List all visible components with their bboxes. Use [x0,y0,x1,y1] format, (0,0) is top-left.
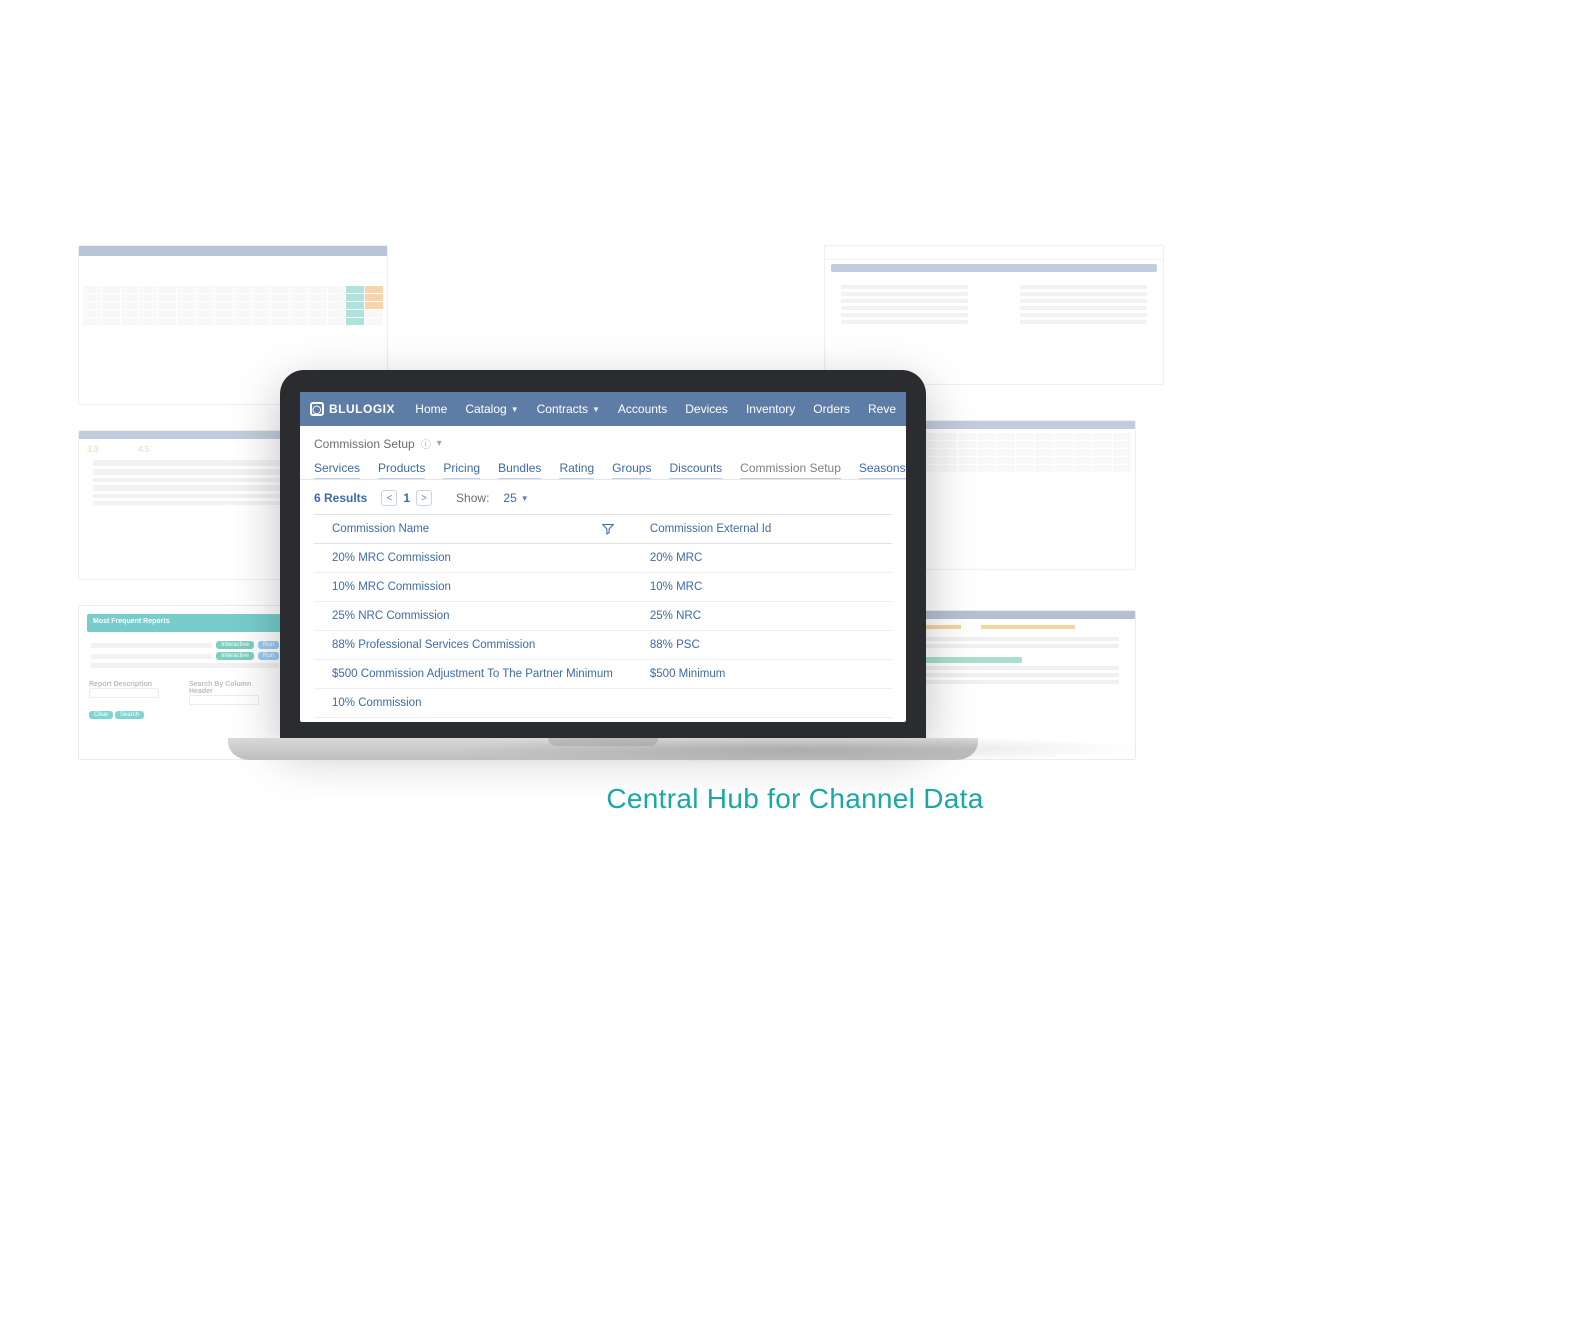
cell-name: 25% NRC Commission [314,602,632,631]
nav-reve[interactable]: Reve [868,402,896,416]
subtab-products[interactable]: Products [378,461,425,479]
table-row[interactable]: $500 Commission Adjustment To The Partne… [314,660,892,689]
table-row[interactable]: 10% Commission [314,689,892,718]
cell-name: 20% MRC Commission [314,544,632,573]
page-title-text: Commission Setup [314,437,415,451]
thumb3-title: Most Frequent Reports [93,618,170,625]
caption: Central Hub for Channel Data [0,783,1590,815]
caret-icon: ▼ [521,494,529,503]
show-value: 25 [503,491,516,505]
content-area: Commission Setup ⓘ ▾ Services Products Pri… [300,426,906,479]
page-title: Commission Setup ⓘ ▾ [314,436,892,451]
caret-icon: ▼ [511,405,519,414]
show-selector[interactable]: 25 ▼ [503,491,528,505]
pager-next[interactable]: > [416,490,432,506]
nav-links: Home Catalog▼ Contracts▼ Accounts Devices Inv… [415,402,896,416]
cell-ext: 20% MRC [632,544,892,573]
brand[interactable]: ◯ BLULOGIX [310,402,395,416]
pager: < 1 > [381,490,432,506]
results-count: 6 Results [314,491,367,505]
top-nav: ◯ BLULOGIX Home Catalog▼ Contracts▼ Account… [300,392,906,426]
laptop-mockup: ◯ BLULOGIX Home Catalog▼ Contracts▼ Account… [280,370,926,760]
brand-icon: ◯ [310,402,324,416]
results-bar: 6 Results < 1 > Show: 25 ▼ [314,480,892,514]
cell-name: 10% MRC Commission [314,573,632,602]
subtabs: Services Products Pricing Bundles Rating Grou… [314,461,892,479]
cell-name: $500 Commission Adjustment To The Partne… [314,660,632,689]
dropdown-icon[interactable]: ▾ [437,438,442,449]
nav-devices[interactable]: Devices [685,402,728,416]
table-header-row: Commission Name Commission External Id [314,515,892,544]
thumbnail-top-right [824,245,1164,385]
pager-prev[interactable]: < [381,490,397,506]
filter-icon[interactable] [602,523,614,535]
nav-accounts[interactable]: Accounts [618,402,667,416]
caret-icon: ▼ [592,405,600,414]
cell-ext: 10% MRC [632,573,892,602]
results-area: 6 Results < 1 > Show: 25 ▼ [300,480,906,718]
subtab-seasons[interactable]: Seasons [859,461,906,479]
subtab-bundles[interactable]: Bundles [498,461,541,479]
subtab-commission-setup[interactable]: Commission Setup [740,461,841,479]
subtab-groups[interactable]: Groups [612,461,651,479]
laptop-base [228,738,978,760]
cell-ext: 25% NRC [632,602,892,631]
app-screen: ◯ BLULOGIX Home Catalog▼ Contracts▼ Account… [300,392,906,722]
screen-bezel: ◯ BLULOGIX Home Catalog▼ Contracts▼ Account… [280,370,926,738]
show-label: Show: [456,491,489,505]
nav-orders[interactable]: Orders [813,402,850,416]
nav-inventory[interactable]: Inventory [746,402,795,416]
table-row[interactable]: 25% NRC Commission25% NRC [314,602,892,631]
nav-home[interactable]: Home [415,402,447,416]
cell-ext: 88% PSC [632,631,892,660]
cell-ext [632,689,892,718]
cell-name: 10% Commission [314,689,632,718]
subtab-services[interactable]: Services [314,461,360,479]
commission-table: Commission Name Commission External Id [314,514,892,718]
nav-contracts[interactable]: Contracts▼ [537,402,600,416]
col-commission-name[interactable]: Commission Name [314,515,632,544]
table-row[interactable]: 88% Professional Services Commission88% … [314,631,892,660]
stage: 3.3 4.5 Most Frequent Reports Interactiv… [0,0,1590,1326]
table-row[interactable]: 20% MRC Commission20% MRC [314,544,892,573]
pager-current: 1 [403,491,410,505]
col-commission-ext[interactable]: Commission External Id [632,515,892,544]
nav-catalog[interactable]: Catalog▼ [465,402,518,416]
help-icon[interactable]: ⓘ [421,436,431,451]
table-row[interactable]: 10% MRC Commission10% MRC [314,573,892,602]
cell-name: 88% Professional Services Commission [314,631,632,660]
subtab-pricing[interactable]: Pricing [443,461,480,479]
subtab-rating[interactable]: Rating [559,461,594,479]
cell-ext: $500 Minimum [632,660,892,689]
brand-text: BLULOGIX [329,402,395,416]
subtab-discounts[interactable]: Discounts [669,461,722,479]
